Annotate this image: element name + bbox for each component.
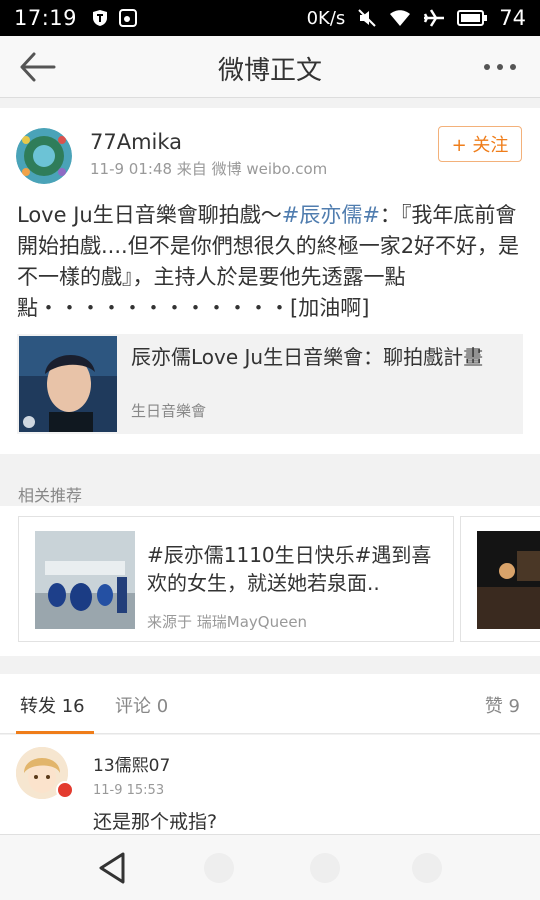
card-subtitle: 生日音樂會 [131,402,207,420]
like-ghost-icon[interactable] [412,853,442,883]
comment-time: 11-9 15:53 [93,783,165,798]
status-bar: 17:19 0K/s 74 [0,0,540,36]
battery-level: 74 [499,6,526,30]
avatar[interactable] [16,128,72,184]
tab-like[interactable]: 赞 9 [485,692,520,718]
card-thumbnail [19,336,117,432]
repost-item: 13儒熙07 11-9 15:53 还是那个戒指? [0,735,540,835]
bottom-navigation [0,834,540,900]
related-section: #辰亦儒1110生日快乐#遇到喜欢的女生，就送她若泉面.. 来源于 瑞瑞MayQ… [0,506,540,656]
avatar-image [16,128,72,184]
tab-repost[interactable]: 转发 16 [20,692,85,718]
related-title-text: #辰亦儒1110生日快乐#遇到喜欢的女生，就送她若泉面.. [147,543,432,595]
repost-ghost-icon[interactable] [204,853,234,883]
page-title: 微博正文 [217,56,322,86]
topic-link[interactable]: #辰亦儒# [282,203,380,227]
battery-icon [457,10,488,26]
interaction-tabs: 转发 16 评论 0 赞 9 [0,674,540,734]
status-time: 17:19 [14,6,78,30]
mute-icon [358,9,376,27]
related-card[interactable]: #辰亦儒1110生日快乐#遇到喜欢的女生，就送她若泉面.. 来源于 瑞瑞MayQ… [18,516,454,642]
verified-badge-icon [56,781,74,799]
active-tab-indicator [16,731,94,734]
related-card-partial[interactable] [460,516,540,642]
related-title: #辰亦儒1110生日快乐#遇到喜欢的女生，就送她若泉面.. [147,541,443,597]
link-card[interactable]: 辰亦儒Love Ju生日音樂會：聊拍戲計畫 生日音樂會 [17,334,523,434]
airplane-icon [424,9,445,27]
post-text-start: Love Ju生日音樂會聊拍戲～ [17,203,282,227]
post-meta: 11-9 01:48 来自 微博 weibo.com [90,160,328,178]
tab-comment[interactable]: 评论 0 [115,692,168,718]
follow-button[interactable]: + 关注 [438,126,522,162]
comment-ghost-icon[interactable] [310,853,340,883]
network-speed: 0K/s [306,7,346,29]
weibo-post: 77Amika 11-9 01:48 来自 微博 weibo.com + 关注 … [0,108,540,454]
comment-text: 还是那个戒指? [93,811,218,833]
card-title: 辰亦儒Love Ju生日音樂會：聊拍戲計畫 [131,345,484,369]
commenter-name[interactable]: 13儒熙07 [93,751,170,776]
related-label: 相关推荐 [18,486,83,505]
related-thumbnail [35,531,135,629]
nav-back-triangle-icon[interactable] [96,851,128,885]
post-username[interactable]: 77Amika [90,130,182,154]
wifi-icon [390,10,411,26]
nav-bar: 微博正文 [0,36,540,98]
more-dots-icon[interactable] [482,52,518,82]
related-thumbnail-partial [477,531,540,629]
related-source: 来源于 瑞瑞MayQueen [147,613,308,631]
weibo-icon [119,9,138,27]
post-text: Love Ju生日音樂會聊拍戲～#辰亦儒#：『我年底前會開始拍戲....但不是你… [17,200,523,324]
shield-icon [93,10,108,26]
